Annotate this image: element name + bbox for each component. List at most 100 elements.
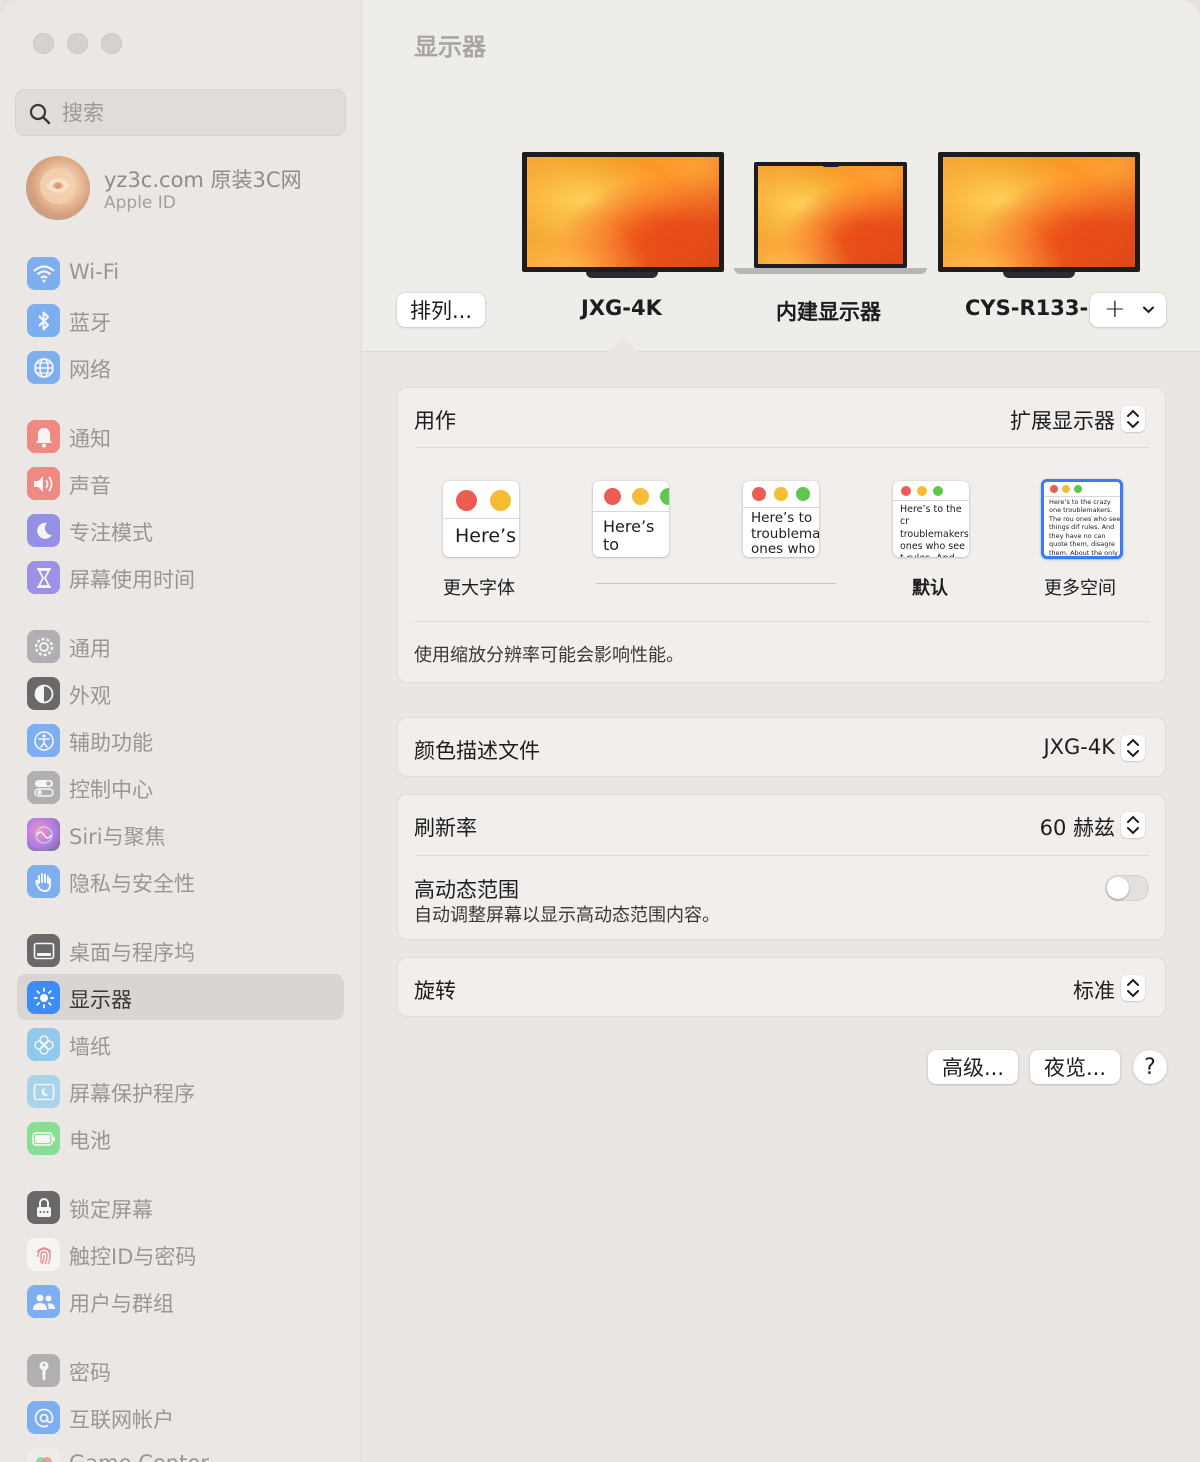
search-input[interactable] bbox=[62, 90, 332, 135]
lock-icon bbox=[27, 1191, 60, 1224]
color-profile-label: 颜色描述文件 bbox=[414, 739, 540, 763]
sidebar-item-label: 用户与群组 bbox=[69, 1292, 174, 1316]
sidebar-item-bluetooth[interactable]: 蓝牙 bbox=[17, 297, 344, 343]
sidebar-item-privacy[interactable]: 隐私与安全性 bbox=[17, 858, 344, 904]
chevron-down-icon bbox=[1143, 306, 1154, 314]
sidebar-item-notifications[interactable]: 通知 bbox=[17, 413, 344, 459]
apple-id-account[interactable]: yz3c.com 原装3C网 Apple ID bbox=[26, 156, 346, 222]
key-icon bbox=[27, 1354, 60, 1387]
resolution-slider-track bbox=[596, 583, 836, 584]
resolution-option-2[interactable]: Here’s to troublem bbox=[593, 481, 669, 557]
hdr-toggle[interactable] bbox=[1105, 875, 1149, 901]
sidebar-item-screen-time[interactable]: 屏幕使用时间 bbox=[17, 554, 344, 600]
account-name: yz3c.com 原装3C网 bbox=[104, 168, 302, 192]
sidebar-item-displays[interactable]: 显示器 bbox=[17, 974, 344, 1020]
add-display-button[interactable]: + bbox=[1090, 293, 1166, 327]
resolution-label-more-space: 更多空间 bbox=[1044, 578, 1116, 599]
sidebar-item-siri[interactable]: Siri与聚焦 bbox=[17, 811, 344, 857]
search-field[interactable] bbox=[15, 89, 346, 136]
sidebar-item-label: 控制中心 bbox=[69, 778, 153, 802]
divider bbox=[414, 855, 1149, 856]
hdr-description: 自动调整屏幕以显示高动态范围内容。 bbox=[414, 905, 720, 926]
refresh-rate-value[interactable]: 60 赫兹 bbox=[1040, 812, 1115, 842]
advanced-button[interactable]: 高级... bbox=[928, 1050, 1018, 1084]
monitor-label-jxg-4k[interactable]: JXG-4K bbox=[581, 296, 662, 320]
window-controls bbox=[33, 33, 122, 54]
sidebar-item-label: 锁定屏幕 bbox=[69, 1198, 153, 1222]
sidebar-item-users[interactable]: 用户与群组 bbox=[17, 1278, 344, 1324]
sidebar-item-label: 隐私与安全性 bbox=[69, 872, 195, 896]
night-shift-button[interactable]: 夜览... bbox=[1030, 1050, 1120, 1084]
resolution-option-more-space[interactable]: Here’s to the crazy one troublemakers. T… bbox=[1041, 479, 1123, 559]
sidebar-item-wallpaper[interactable]: 墙纸 bbox=[17, 1021, 344, 1067]
sidebar-item-desktop-dock[interactable]: 桌面与程序坞 bbox=[17, 927, 344, 973]
fingerprint-icon bbox=[27, 1238, 60, 1271]
page-title: 显示器 bbox=[414, 33, 486, 61]
sidebar-item-control-center[interactable]: 控制中心 bbox=[17, 764, 344, 810]
sidebar: yz3c.com 原装3C网 Apple ID Wi-Fi 蓝牙 网络 bbox=[0, 0, 362, 1462]
monitor-stand bbox=[1003, 272, 1075, 278]
sidebar-item-touch-id[interactable]: 触控ID与密码 bbox=[17, 1231, 344, 1277]
sidebar-item-appearance[interactable]: 外观 bbox=[17, 670, 344, 716]
monitor-screen bbox=[522, 152, 724, 272]
sidebar-item-general[interactable]: 通用 bbox=[17, 623, 344, 669]
sidebar-item-label: 蓝牙 bbox=[69, 311, 111, 335]
rotation-card: 旋转 标准 bbox=[397, 957, 1166, 1017]
sidebar-item-label: Siri与聚焦 bbox=[69, 825, 166, 849]
sidebar-item-internet-accounts[interactable]: 互联网帐户 bbox=[17, 1394, 344, 1440]
color-profile-stepper[interactable] bbox=[1121, 735, 1145, 761]
monitor-label-built-in[interactable]: 内建显示器 bbox=[776, 296, 881, 326]
dock-icon bbox=[27, 934, 60, 967]
minimize-window-button[interactable] bbox=[67, 33, 88, 54]
resolution-label-larger-text: 更大字体 bbox=[443, 578, 515, 599]
sidebar-item-passwords[interactable]: 密码 bbox=[17, 1347, 344, 1393]
selected-display-pointer bbox=[608, 337, 638, 352]
sidebar-item-label: 外观 bbox=[69, 684, 111, 708]
use-as-stepper[interactable] bbox=[1121, 406, 1145, 432]
sidebar-item-label: 专注模式 bbox=[69, 521, 153, 545]
wifi-icon bbox=[27, 257, 60, 290]
sidebar-item-network[interactable]: 网络 bbox=[17, 344, 344, 390]
sidebar-item-focus[interactable]: 专注模式 bbox=[17, 507, 344, 553]
sidebar-item-wifi[interactable]: Wi-Fi bbox=[17, 250, 344, 296]
color-profile-card: 颜色描述文件 JXG-4K bbox=[397, 717, 1166, 777]
sidebar-item-sound[interactable]: 声音 bbox=[17, 460, 344, 506]
sidebar-item-label: 密码 bbox=[69, 1361, 111, 1385]
sidebar-item-battery[interactable]: 电池 bbox=[17, 1115, 344, 1161]
sidebar-item-accessibility[interactable]: 辅助功能 bbox=[17, 717, 344, 763]
account-subtitle: Apple ID bbox=[104, 193, 176, 213]
bluetooth-icon bbox=[27, 304, 60, 337]
bell-icon bbox=[27, 420, 60, 453]
toggles-icon bbox=[27, 771, 60, 804]
hdr-label: 高动态范围 bbox=[414, 878, 519, 902]
resolution-option-default[interactable]: Here’s to the cr troublemakers. ones who… bbox=[893, 481, 969, 557]
monitor-label-cys-r133[interactable]: CYS-R133-1 bbox=[965, 296, 1089, 320]
zoom-window-button[interactable] bbox=[101, 33, 122, 54]
sidebar-item-label: 网络 bbox=[69, 358, 111, 382]
refresh-rate-stepper[interactable] bbox=[1121, 812, 1145, 838]
sidebar-item-screensaver[interactable]: 屏幕保护程序 bbox=[17, 1068, 344, 1114]
help-button[interactable]: ? bbox=[1133, 1050, 1167, 1084]
resolution-option-3[interactable]: Here’s to troublema ones who bbox=[743, 481, 819, 557]
sidebar-item-lock-screen[interactable]: 锁定屏幕 bbox=[17, 1184, 344, 1230]
camera-notch bbox=[822, 162, 840, 167]
arrange-button[interactable]: 排列... bbox=[397, 293, 485, 327]
use-as-label: 用作 bbox=[414, 409, 456, 433]
sidebar-item-game-center[interactable]: Game Center bbox=[17, 1441, 344, 1462]
resolution-option-larger-text[interactable]: Here’s bbox=[443, 481, 519, 557]
globe-icon bbox=[27, 351, 60, 384]
sidebar-item-label: 墙纸 bbox=[69, 1035, 111, 1059]
divider bbox=[414, 621, 1149, 622]
rotation-label: 旋转 bbox=[414, 979, 456, 1003]
use-as-value[interactable]: 扩展显示器 bbox=[1010, 405, 1115, 435]
battery-icon bbox=[27, 1122, 60, 1155]
rotation-value[interactable]: 标准 bbox=[1073, 975, 1115, 1005]
color-profile-value[interactable]: JXG-4K bbox=[1043, 735, 1115, 759]
flower-icon bbox=[27, 1028, 60, 1061]
search-icon bbox=[29, 103, 51, 125]
laptop-base bbox=[734, 268, 927, 274]
resolution-label-default: 默认 bbox=[912, 578, 948, 599]
rotation-stepper[interactable] bbox=[1121, 975, 1145, 1001]
close-window-button[interactable] bbox=[33, 33, 54, 54]
laptop-screen bbox=[754, 162, 907, 268]
